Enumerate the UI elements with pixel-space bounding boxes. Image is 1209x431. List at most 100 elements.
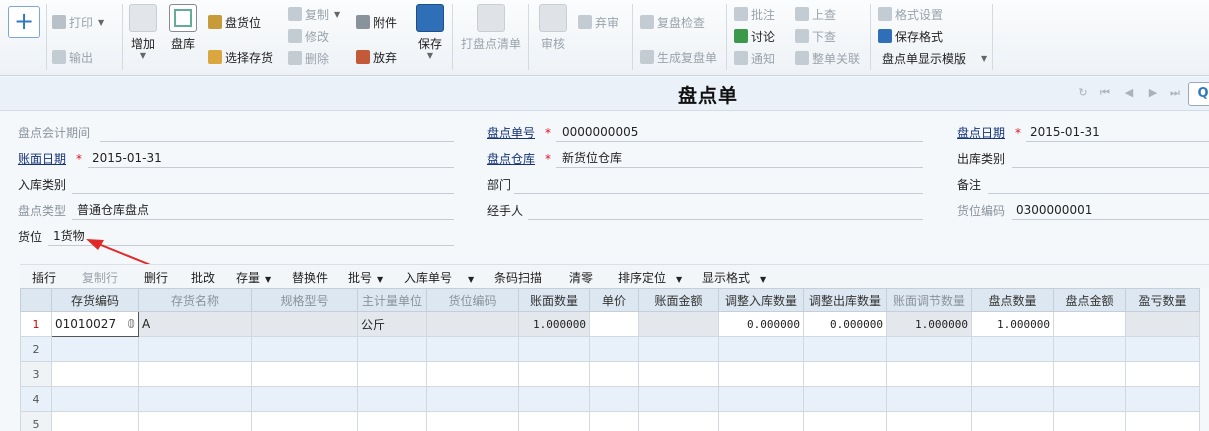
book-date-field[interactable] bbox=[88, 167, 454, 168]
copy-button[interactable]: 复制 ▼ bbox=[288, 4, 340, 24]
col-check-amount[interactable]: 盘点金额 bbox=[1053, 288, 1126, 312]
cell-diff-qty[interactable] bbox=[1125, 311, 1200, 337]
prev-query-button[interactable]: 上查 bbox=[795, 4, 836, 24]
print-button[interactable]: 打印 ▼ bbox=[52, 12, 104, 32]
row-number: 2 bbox=[20, 336, 52, 362]
abandon-button[interactable]: 放弃 bbox=[356, 47, 397, 67]
clear-zero-button[interactable]: 清零 bbox=[569, 269, 593, 286]
select-stock-button[interactable]: 选择存货 bbox=[208, 47, 273, 67]
cell-book-amount[interactable] bbox=[638, 311, 719, 337]
dept-field[interactable] bbox=[514, 193, 923, 194]
col-stock-code[interactable]: 存货编码 bbox=[51, 288, 139, 312]
copy-row-button[interactable]: 复制行 bbox=[82, 269, 118, 286]
col-unit[interactable]: 主计量单位 bbox=[357, 288, 427, 312]
add-button[interactable]: 增加 ▼ bbox=[128, 4, 158, 60]
doc-no-field[interactable] bbox=[556, 141, 923, 142]
col-check-qty[interactable]: 盘点数量 bbox=[971, 288, 1054, 312]
cell-adj-book-qty[interactable]: 1.000000 bbox=[886, 311, 972, 337]
cell-check-qty[interactable]: 1.000000 bbox=[971, 311, 1054, 337]
refresh-icon[interactable]: ↻ bbox=[1076, 86, 1090, 100]
required-mark: * bbox=[545, 126, 551, 140]
batch-edit-button[interactable]: 批改 bbox=[191, 269, 215, 286]
next-query-button[interactable]: 下查 bbox=[795, 26, 836, 46]
col-spec[interactable]: 规格型号 bbox=[251, 288, 358, 312]
cell-spec[interactable] bbox=[251, 311, 358, 337]
handler-field[interactable] bbox=[528, 219, 923, 220]
warehouse-label: 盘点仓库 bbox=[487, 152, 536, 166]
col-book-amount[interactable]: 账面金额 bbox=[638, 288, 719, 312]
format-settings-button[interactable]: 格式设置 bbox=[878, 4, 943, 24]
table-row[interactable]: 4 bbox=[20, 386, 1200, 412]
export-button[interactable]: 输出 bbox=[52, 47, 93, 67]
out-type-field[interactable] bbox=[1012, 167, 1209, 168]
check-type-field[interactable] bbox=[72, 219, 454, 220]
stock-button[interactable]: 存量 ▼ bbox=[236, 269, 271, 286]
in-doc-no-button[interactable]: 入库单号 ▼ bbox=[404, 269, 474, 286]
doc-no-label: 盘点单号 bbox=[487, 126, 536, 140]
accounting-period-field[interactable] bbox=[100, 141, 454, 142]
cell-adj-in-qty[interactable]: 0.000000 bbox=[718, 311, 804, 337]
cell-stock-name[interactable]: A bbox=[138, 311, 252, 337]
cell-location-code[interactable] bbox=[426, 311, 519, 337]
cell-check-amount[interactable] bbox=[1053, 311, 1126, 337]
last-record-icon[interactable]: ⏭ bbox=[1168, 86, 1182, 100]
row-number: 3 bbox=[20, 361, 52, 387]
next-record-icon[interactable]: ▶ bbox=[1146, 86, 1160, 100]
annotate-button[interactable]: 批注 bbox=[734, 4, 775, 24]
col-stock-name[interactable]: 存货名称 bbox=[138, 288, 252, 312]
first-record-icon[interactable]: ⏮ bbox=[1098, 86, 1112, 100]
save-format-button[interactable]: 保存格式 bbox=[878, 26, 943, 46]
check-date-field[interactable] bbox=[1026, 141, 1209, 142]
cell-adj-out-qty[interactable]: 0.000000 bbox=[803, 311, 887, 337]
prev-record-icon[interactable]: ◀ bbox=[1122, 86, 1136, 100]
paperclip-icon[interactable]: 𝟘 bbox=[127, 317, 135, 331]
stocktake-button[interactable]: 盘库 bbox=[168, 4, 198, 52]
template-select[interactable]: 盘点单显示模版 ▼ bbox=[882, 48, 987, 68]
delete-row-button[interactable]: 删行 bbox=[144, 269, 168, 286]
display-format-button[interactable]: 显示格式 ▼ bbox=[702, 269, 766, 286]
insert-row-button[interactable]: 插行 bbox=[32, 269, 56, 286]
relation-button[interactable]: 整单关联 bbox=[795, 48, 860, 68]
notify-button[interactable]: 通知 bbox=[734, 48, 775, 68]
print-list-button[interactable]: 打盘点清单 bbox=[460, 4, 522, 52]
location-field[interactable] bbox=[48, 245, 454, 246]
generate-icon bbox=[640, 50, 654, 64]
substitute-button[interactable]: 替换件 bbox=[292, 269, 328, 286]
modify-button[interactable]: 修改 bbox=[288, 26, 329, 46]
table-row[interactable]: 3 bbox=[20, 361, 1200, 387]
barcode-scan-button[interactable]: 条码扫描 bbox=[494, 269, 542, 286]
cell-price[interactable] bbox=[589, 311, 639, 337]
col-adj-book-qty[interactable]: 账面调节数量 bbox=[886, 288, 972, 312]
chevron-down-icon: ▼ bbox=[468, 275, 475, 284]
new-document-button[interactable]: + bbox=[8, 6, 40, 38]
in-type-field[interactable] bbox=[72, 193, 454, 194]
col-adj-out-qty[interactable]: 调整出库数量 bbox=[803, 288, 887, 312]
batch-no-button[interactable]: 批号 ▼ bbox=[348, 269, 383, 286]
table-row[interactable]: 1 01010027 𝟘 A 公斤 1.000000 0.000000 0.000… bbox=[20, 311, 1200, 337]
generate-recheck-button[interactable]: 生成复盘单 bbox=[640, 47, 717, 67]
col-price[interactable]: 单价 bbox=[589, 288, 639, 312]
sort-button[interactable]: 排序定位 ▼ bbox=[618, 269, 682, 286]
audit-button[interactable]: 审核 bbox=[538, 4, 568, 52]
stock-location-button[interactable]: 盘货位 bbox=[208, 12, 261, 32]
title-bar: 盘点单 ↻ ⏮ ◀ ▶ ⏭ Q bbox=[0, 77, 1209, 111]
remark-field[interactable] bbox=[988, 193, 1209, 194]
recheck-button[interactable]: 复盘检查 bbox=[640, 12, 705, 32]
warehouse-field[interactable] bbox=[556, 167, 923, 168]
cell-stock-code[interactable]: 01010027 𝟘 bbox=[51, 311, 139, 337]
attachment-button[interactable]: 附件 bbox=[356, 12, 397, 32]
col-location-code[interactable]: 货位编码 bbox=[426, 288, 519, 312]
table-row[interactable]: 5 bbox=[20, 411, 1200, 431]
search-icon[interactable]: Q bbox=[1188, 82, 1209, 106]
discuss-button[interactable]: 讨论 bbox=[734, 26, 775, 46]
col-adj-in-qty[interactable]: 调整入库数量 bbox=[718, 288, 804, 312]
col-book-qty[interactable]: 账面数量 bbox=[518, 288, 590, 312]
cell-unit[interactable]: 公斤 bbox=[357, 311, 427, 337]
location-code-field[interactable] bbox=[1012, 219, 1209, 220]
discard-audit-button[interactable]: 弃审 bbox=[578, 12, 619, 32]
save-button[interactable]: 保存 ▼ bbox=[415, 4, 445, 60]
col-diff-qty[interactable]: 盈亏数量 bbox=[1125, 288, 1200, 312]
table-row[interactable]: 2 bbox=[20, 336, 1200, 362]
delete-button[interactable]: 删除 bbox=[288, 48, 329, 68]
cell-book-qty[interactable]: 1.000000 bbox=[518, 311, 590, 337]
